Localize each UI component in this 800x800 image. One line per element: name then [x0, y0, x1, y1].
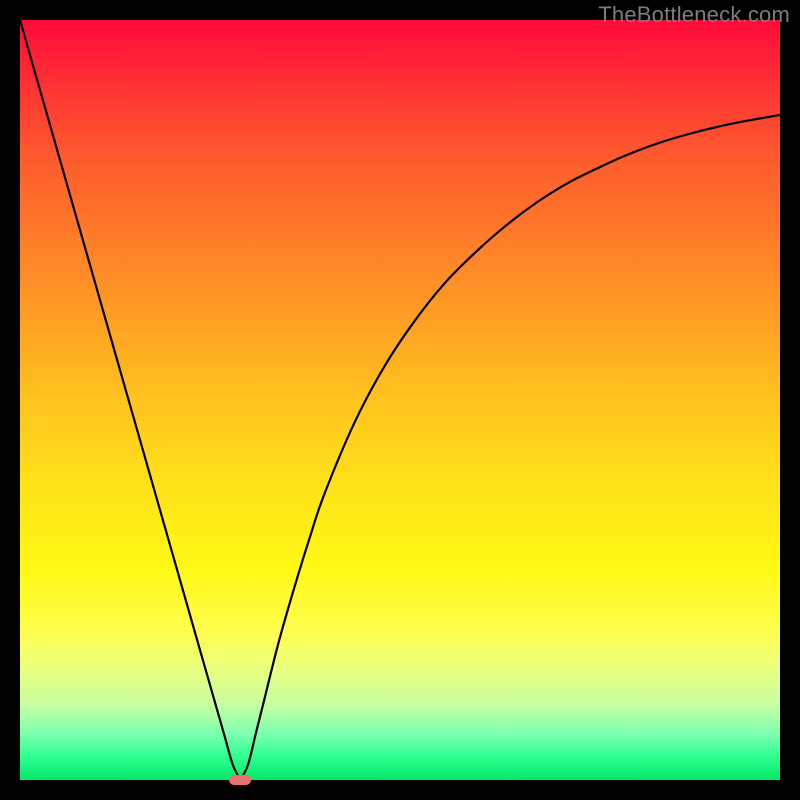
bottleneck-curve — [20, 20, 780, 780]
curve-line — [20, 20, 780, 780]
watermark-text: TheBottleneck.com — [598, 2, 790, 28]
plot-area — [20, 20, 780, 780]
chart-frame: TheBottleneck.com — [0, 0, 800, 800]
optimal-marker — [229, 775, 251, 785]
